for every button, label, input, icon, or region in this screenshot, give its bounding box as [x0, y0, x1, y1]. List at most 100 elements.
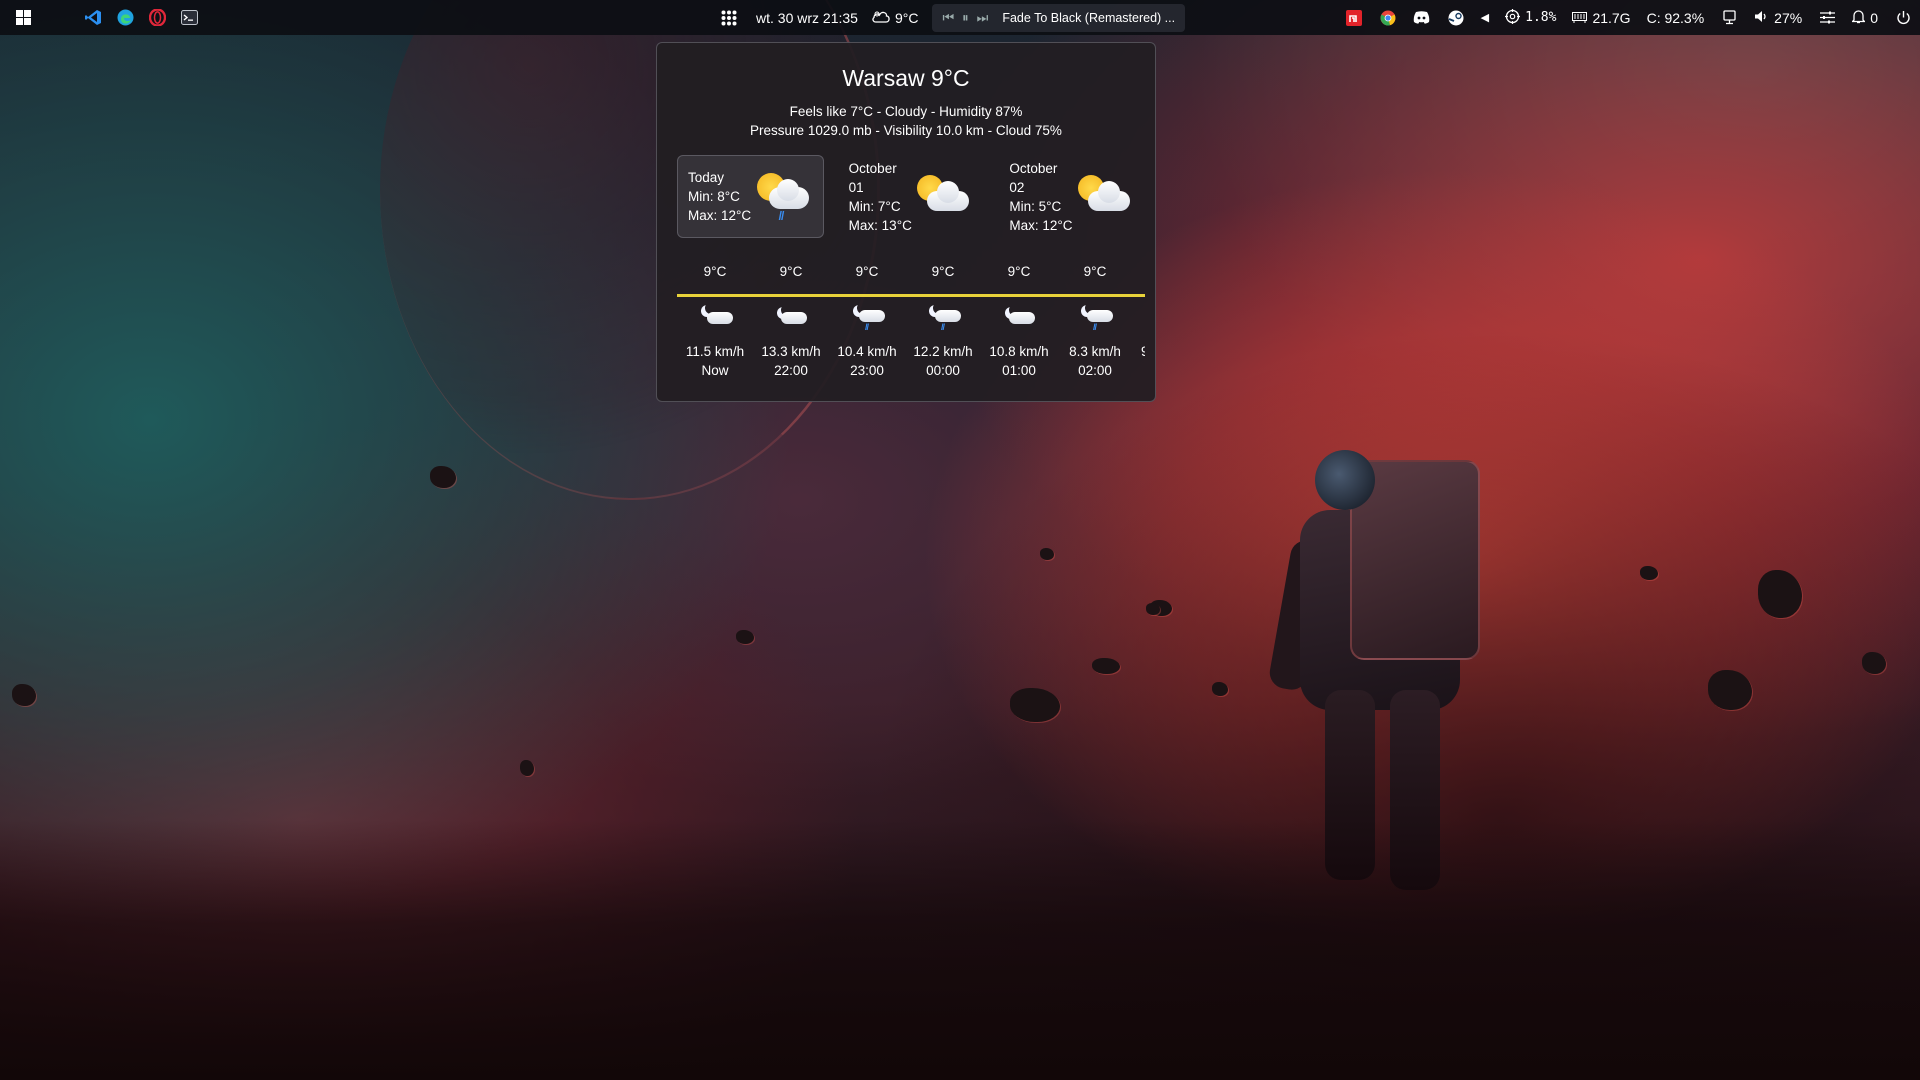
amd-icon[interactable] [1345, 9, 1363, 27]
hour-temp: 9°C [855, 264, 879, 279]
hour-time: 02:00 [1078, 363, 1112, 378]
astronaut [1267, 440, 1520, 900]
hourly-overflow-value: 9 [1141, 344, 1145, 359]
asteroid [1146, 603, 1160, 615]
day-max: Max: 12°C [688, 208, 752, 223]
opera-icon[interactable] [148, 9, 166, 27]
hour-item[interactable]: 9°C 10.8 km/h 01:00 [981, 264, 1057, 380]
day-max: Max: 12°C [1009, 217, 1073, 233]
hour-wind: 10.8 km/h [989, 344, 1049, 359]
vscode-icon[interactable] [84, 9, 102, 27]
taskbar: wt. 30 wrz 21:35 9°C ⏮ ⏸ ⏭ Fade To Black… [0, 0, 1920, 35]
hour-temp: 9°C [1083, 264, 1107, 279]
notification-count: 0 [1870, 9, 1878, 26]
hour-wind: 13.3 km/h [761, 344, 821, 359]
hour-temp: 9°C [703, 264, 727, 279]
day-card-today[interactable]: Today Min: 8°C Max: 12°C // [677, 155, 824, 238]
show-hidden-icons-arrow[interactable]: ◀ [1481, 11, 1489, 24]
day-min: Min: 5°C [1009, 198, 1062, 214]
night-cloudy-rain-icon: // [905, 300, 981, 342]
night-cloudy-icon [677, 300, 753, 342]
night-cloudy-icon [981, 300, 1057, 342]
cloud-icon [872, 10, 890, 26]
asteroid [1212, 682, 1228, 696]
asteroid [1010, 688, 1060, 722]
hour-time: 01:00 [1002, 363, 1036, 378]
day-card-october-02[interactable]: October 02 Min: 5°C Max: 12°C [998, 155, 1145, 238]
asteroid [1092, 658, 1120, 674]
discord-icon[interactable] [1413, 9, 1431, 27]
cpu-usage[interactable]: 1.8% [1505, 8, 1557, 27]
asteroid [520, 760, 534, 776]
clock[interactable]: wt. 30 wrz 21:35 [756, 10, 858, 26]
notifications-button[interactable]: 0 [1851, 9, 1878, 27]
memory-icon [1572, 10, 1588, 26]
hour-temp: 9°C [931, 264, 955, 279]
hour-item[interactable]: 9°C // 12.2 km/h 00:00 [905, 264, 981, 380]
partly-cloudy-icon [913, 169, 973, 225]
temperature-line [677, 294, 1145, 297]
cpu-value: 1.8% [1525, 10, 1557, 25]
hour-temp: 9°C [779, 264, 803, 279]
power-icon[interactable] [1894, 9, 1912, 27]
weather-popup: Warsaw 9°C Feels like 7°C - Cloudy - Hum… [656, 42, 1156, 402]
taskbar-pinned-apps [0, 9, 260, 27]
weather-widget-button[interactable]: 9°C [872, 9, 919, 26]
day-min: Min: 8°C [688, 189, 740, 204]
weather-details-line1: Feels like 7°C - Cloudy - Humidity 87% [789, 104, 1023, 119]
day-max: Max: 13°C [848, 217, 912, 233]
weather-title: Warsaw 9°C [842, 65, 970, 91]
hour-time: 23:00 [850, 363, 884, 378]
night-cloudy-rain-icon: // [1057, 300, 1133, 342]
partly-cloudy-icon [1074, 169, 1134, 225]
asteroid [1640, 566, 1658, 580]
hour-item[interactable]: 9°C 11.5 km/h Now [677, 264, 753, 380]
asteroid [736, 630, 754, 644]
asteroid [1758, 570, 1802, 618]
asteroid [430, 466, 456, 488]
edge-icon[interactable] [116, 9, 134, 27]
next-track-icon[interactable]: ⏭ [977, 10, 989, 26]
hour-time: 22:00 [774, 363, 808, 378]
hour-item[interactable]: 9°C // 10.4 km/h 23:00 [829, 264, 905, 380]
weather-temp: 9°C [894, 9, 919, 26]
hour-item[interactable]: 9°C 13.3 km/h 22:00 [753, 264, 829, 380]
asteroid [1862, 652, 1886, 674]
speaker-icon [1754, 10, 1769, 26]
apps-grid-icon[interactable] [720, 9, 738, 27]
ram-value: 21.7G [1592, 9, 1631, 26]
display-icon[interactable] [1720, 9, 1738, 27]
media-controls: ⏮ ⏸ ⏭ Fade To Black (Remastered) ... [932, 3, 1186, 32]
hour-temp: 9°C [1007, 264, 1031, 279]
volume-control[interactable]: 27% [1754, 10, 1802, 26]
weather-details-line2: Pressure 1029.0 mb - Visibility 10.0 km … [750, 123, 1062, 138]
hour-wind: 12.2 km/h [913, 344, 973, 359]
volume-value: 27% [1774, 9, 1803, 26]
ram-usage[interactable]: 21.7G [1572, 9, 1631, 26]
ground [0, 820, 1920, 1080]
pause-icon[interactable]: ⏸ [962, 10, 969, 26]
asteroid [12, 684, 36, 706]
hour-time: Now [701, 363, 729, 378]
asteroid [1708, 670, 1752, 710]
settings-sliders-icon[interactable] [1818, 9, 1836, 27]
partly-cloudy-rain-icon: // [753, 169, 813, 225]
hour-item[interactable]: 9°C // 8.3 km/h 02:00 [1057, 264, 1133, 380]
terminal-icon[interactable] [180, 9, 198, 27]
hour-time: 00:00 [926, 363, 960, 378]
previous-track-icon[interactable]: ⏮ [942, 10, 954, 26]
day-name: October 01 [848, 160, 897, 195]
day-card-october-01[interactable]: October 01 Min: 7°C Max: 13°C [838, 155, 985, 238]
system-tray: ◀ 1.8% 21.7G C: 92.3% 27% 0 [1345, 0, 1912, 35]
day-name: October 02 [1009, 160, 1058, 195]
day-name: Today [688, 170, 725, 185]
disk-usage[interactable]: C: 92.3% [1647, 10, 1705, 26]
media-title[interactable]: Fade To Black (Remastered) ... [1002, 11, 1175, 25]
hour-wind: 8.3 km/h [1069, 344, 1121, 359]
cpu-icon [1505, 8, 1521, 27]
asteroid [1040, 548, 1054, 560]
steam-icon[interactable] [1447, 9, 1465, 27]
chrome-icon[interactable] [1379, 9, 1397, 27]
hourly-forecast: 9°C 11.5 km/h Now 9°C 13.3 km/h 22:00 9°… [667, 264, 1145, 394]
windows-start-icon[interactable] [14, 9, 32, 27]
